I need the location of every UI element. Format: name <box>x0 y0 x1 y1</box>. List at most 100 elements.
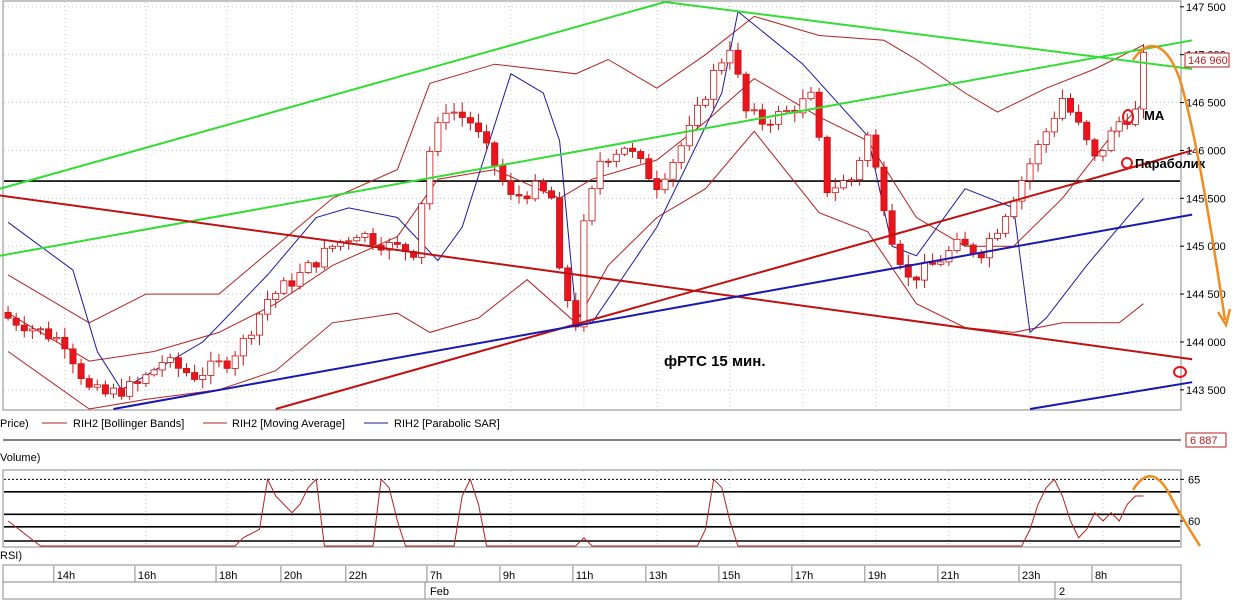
x-tick-label: 18h <box>219 570 237 582</box>
candle-up <box>320 247 328 268</box>
candle-down <box>929 262 937 265</box>
legend-ma-label: RIH2 [Moving Average] <box>232 418 345 430</box>
candle-down <box>523 195 531 200</box>
annotation-sar: Параболик <box>1135 156 1206 171</box>
candle-down <box>888 210 896 245</box>
date-label-2: 2 <box>1059 586 1065 598</box>
x-tick-label: 19h <box>868 570 886 582</box>
candle-up <box>353 236 361 242</box>
candle-down <box>734 49 742 75</box>
candle-up <box>621 147 629 155</box>
candle-up <box>937 261 945 265</box>
candle-up <box>726 49 734 64</box>
candle-down <box>872 134 880 168</box>
candle-up <box>231 355 239 369</box>
candle-up <box>807 91 815 100</box>
candle-down <box>645 158 653 179</box>
candle-down <box>85 378 93 388</box>
legend-bollinger-label: RIH2 [Bollinger Bands] <box>73 418 184 430</box>
candle-down <box>61 336 69 350</box>
x-tick-label: 9h <box>503 570 515 582</box>
rsi-panel-frame <box>2 469 1182 548</box>
candle-up <box>677 145 685 163</box>
candle-down <box>880 166 888 212</box>
candle-up <box>450 111 458 114</box>
candle-up <box>596 160 604 189</box>
candle-down <box>182 367 190 374</box>
candle-up <box>434 122 442 152</box>
candle-down <box>223 360 231 369</box>
candle-up <box>1050 117 1058 133</box>
candle-down <box>823 136 831 194</box>
candle-down <box>637 151 645 159</box>
candle-up <box>612 153 620 163</box>
y-tick-label: 143 500 <box>1186 385 1226 397</box>
candle-up <box>37 328 45 331</box>
candle-down <box>766 123 774 126</box>
candle-down <box>969 244 977 254</box>
candle-up <box>53 336 61 340</box>
candle-up <box>418 203 426 258</box>
candle-up <box>783 110 791 113</box>
candle-up <box>839 180 847 189</box>
x-tick-label: 14h <box>57 570 75 582</box>
candle-down <box>742 73 750 112</box>
candle-up <box>580 220 588 328</box>
x-tick-label: 8h <box>1095 570 1107 582</box>
candle-up <box>142 374 150 384</box>
candle-up <box>247 334 255 339</box>
candle-up <box>848 179 856 182</box>
candle-up <box>280 280 288 294</box>
price-marker: 146 960 <box>1188 55 1228 67</box>
candle-up <box>1140 51 1148 110</box>
candle-down <box>548 190 556 199</box>
candle-up <box>531 180 539 200</box>
candle-up <box>1026 163 1034 181</box>
y-tick-label: 146 500 <box>1186 98 1226 110</box>
candle-up <box>1115 121 1123 132</box>
rsi-tick-label: 60 <box>1188 516 1200 528</box>
x-tick-label: 13h <box>649 570 667 582</box>
candle-up <box>126 381 134 397</box>
candle-up <box>239 337 247 357</box>
x-tick-label: 16h <box>138 570 156 582</box>
candle-up <box>361 233 369 238</box>
candle-down <box>604 160 612 163</box>
candle-down <box>1075 111 1083 123</box>
candle-up <box>953 238 961 252</box>
x-tick-label: 17h <box>795 570 813 582</box>
candle-down <box>12 317 20 326</box>
candle-up <box>864 134 872 161</box>
candle-up <box>158 362 166 371</box>
candle-up <box>296 272 304 287</box>
x-tick-label: 23h <box>1022 570 1040 582</box>
candle-up <box>272 292 280 300</box>
candle-up <box>750 109 758 112</box>
candle-up <box>1058 98 1066 119</box>
chart-canvas: 143 500144 000144 500145 000145 500146 0… <box>0 0 1232 600</box>
candle-down <box>629 147 637 152</box>
candle-up <box>328 245 336 249</box>
candle-down <box>118 387 126 397</box>
candle-down <box>45 328 53 340</box>
candle-down <box>556 197 564 269</box>
candle-up <box>215 360 223 363</box>
candle-down <box>69 348 77 365</box>
candle-down <box>515 194 523 197</box>
candle-up <box>775 111 783 125</box>
x-tick-label: 15h <box>722 570 740 582</box>
candle-down <box>458 111 466 118</box>
rsi-tick-label: 65 <box>1188 474 1200 486</box>
candle-up <box>1034 144 1042 165</box>
x-tick-label: 11h <box>576 570 594 582</box>
x-tick-label: 7h <box>430 570 442 582</box>
candle-down <box>288 280 296 287</box>
candle-down <box>499 165 507 182</box>
legend-price-label: Price) <box>0 418 29 430</box>
y-tick-label: 144 000 <box>1186 337 1226 349</box>
candle-up <box>694 104 702 126</box>
candle-up <box>1099 150 1107 157</box>
candle-up <box>669 161 677 180</box>
candle-down <box>134 381 142 384</box>
chart-root: 143 500 144 000 144 500 145 000 145 500 146 0… <box>0 0 1234 602</box>
